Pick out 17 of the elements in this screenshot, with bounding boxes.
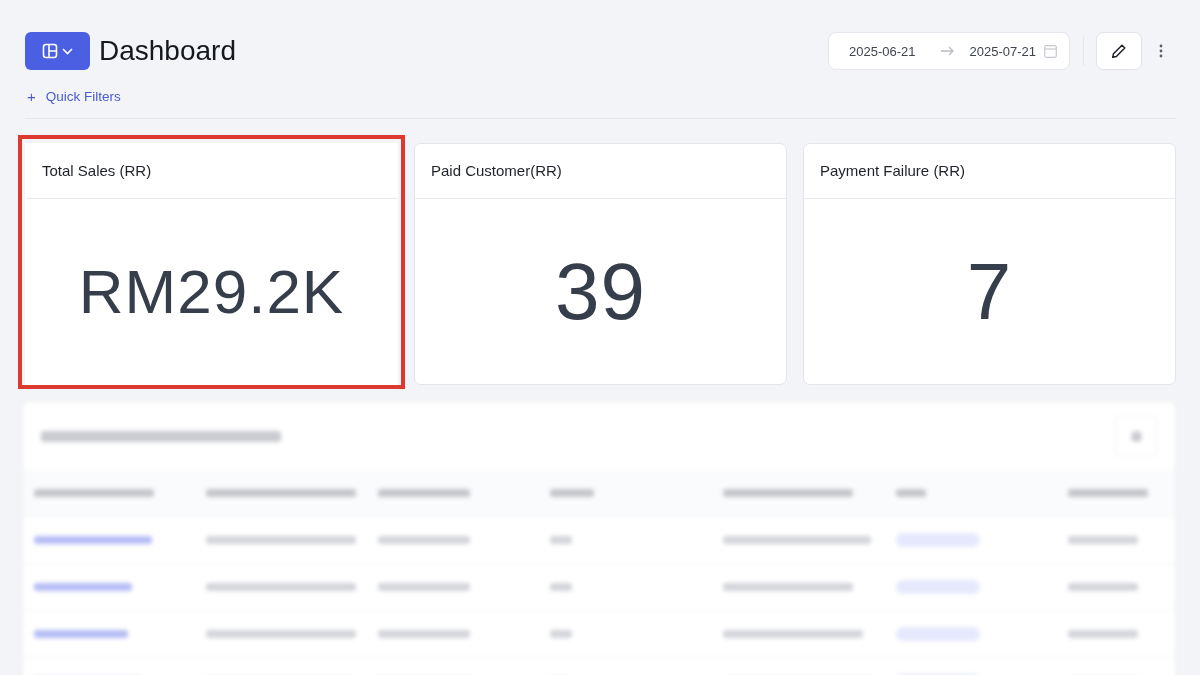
arrow-right-icon — [939, 46, 954, 56]
edit-button[interactable] — [1096, 32, 1142, 70]
chevron-down-icon — [62, 47, 73, 55]
calendar-icon — [1044, 44, 1057, 58]
page-title: Dashboard — [99, 35, 236, 67]
metric-value: 7 — [966, 245, 1013, 338]
card-title: Paid Customer(RR) — [431, 162, 562, 179]
metric-value: RM29.2K — [78, 256, 345, 327]
card-title: Total Sales (RR) — [42, 162, 152, 179]
layout-menu-button[interactable] — [25, 32, 90, 70]
layout-icon — [42, 43, 58, 59]
more-options-icon[interactable] — [1159, 44, 1163, 58]
date-range-picker[interactable]: 2025-06-21 2025-07-21 — [828, 32, 1070, 70]
pencil-icon — [1111, 43, 1127, 59]
quick-filters-link[interactable]: + Quick Filters — [25, 88, 121, 105]
card-title: Payment Failure (RR) — [820, 162, 966, 179]
metric-value: 39 — [555, 245, 646, 338]
